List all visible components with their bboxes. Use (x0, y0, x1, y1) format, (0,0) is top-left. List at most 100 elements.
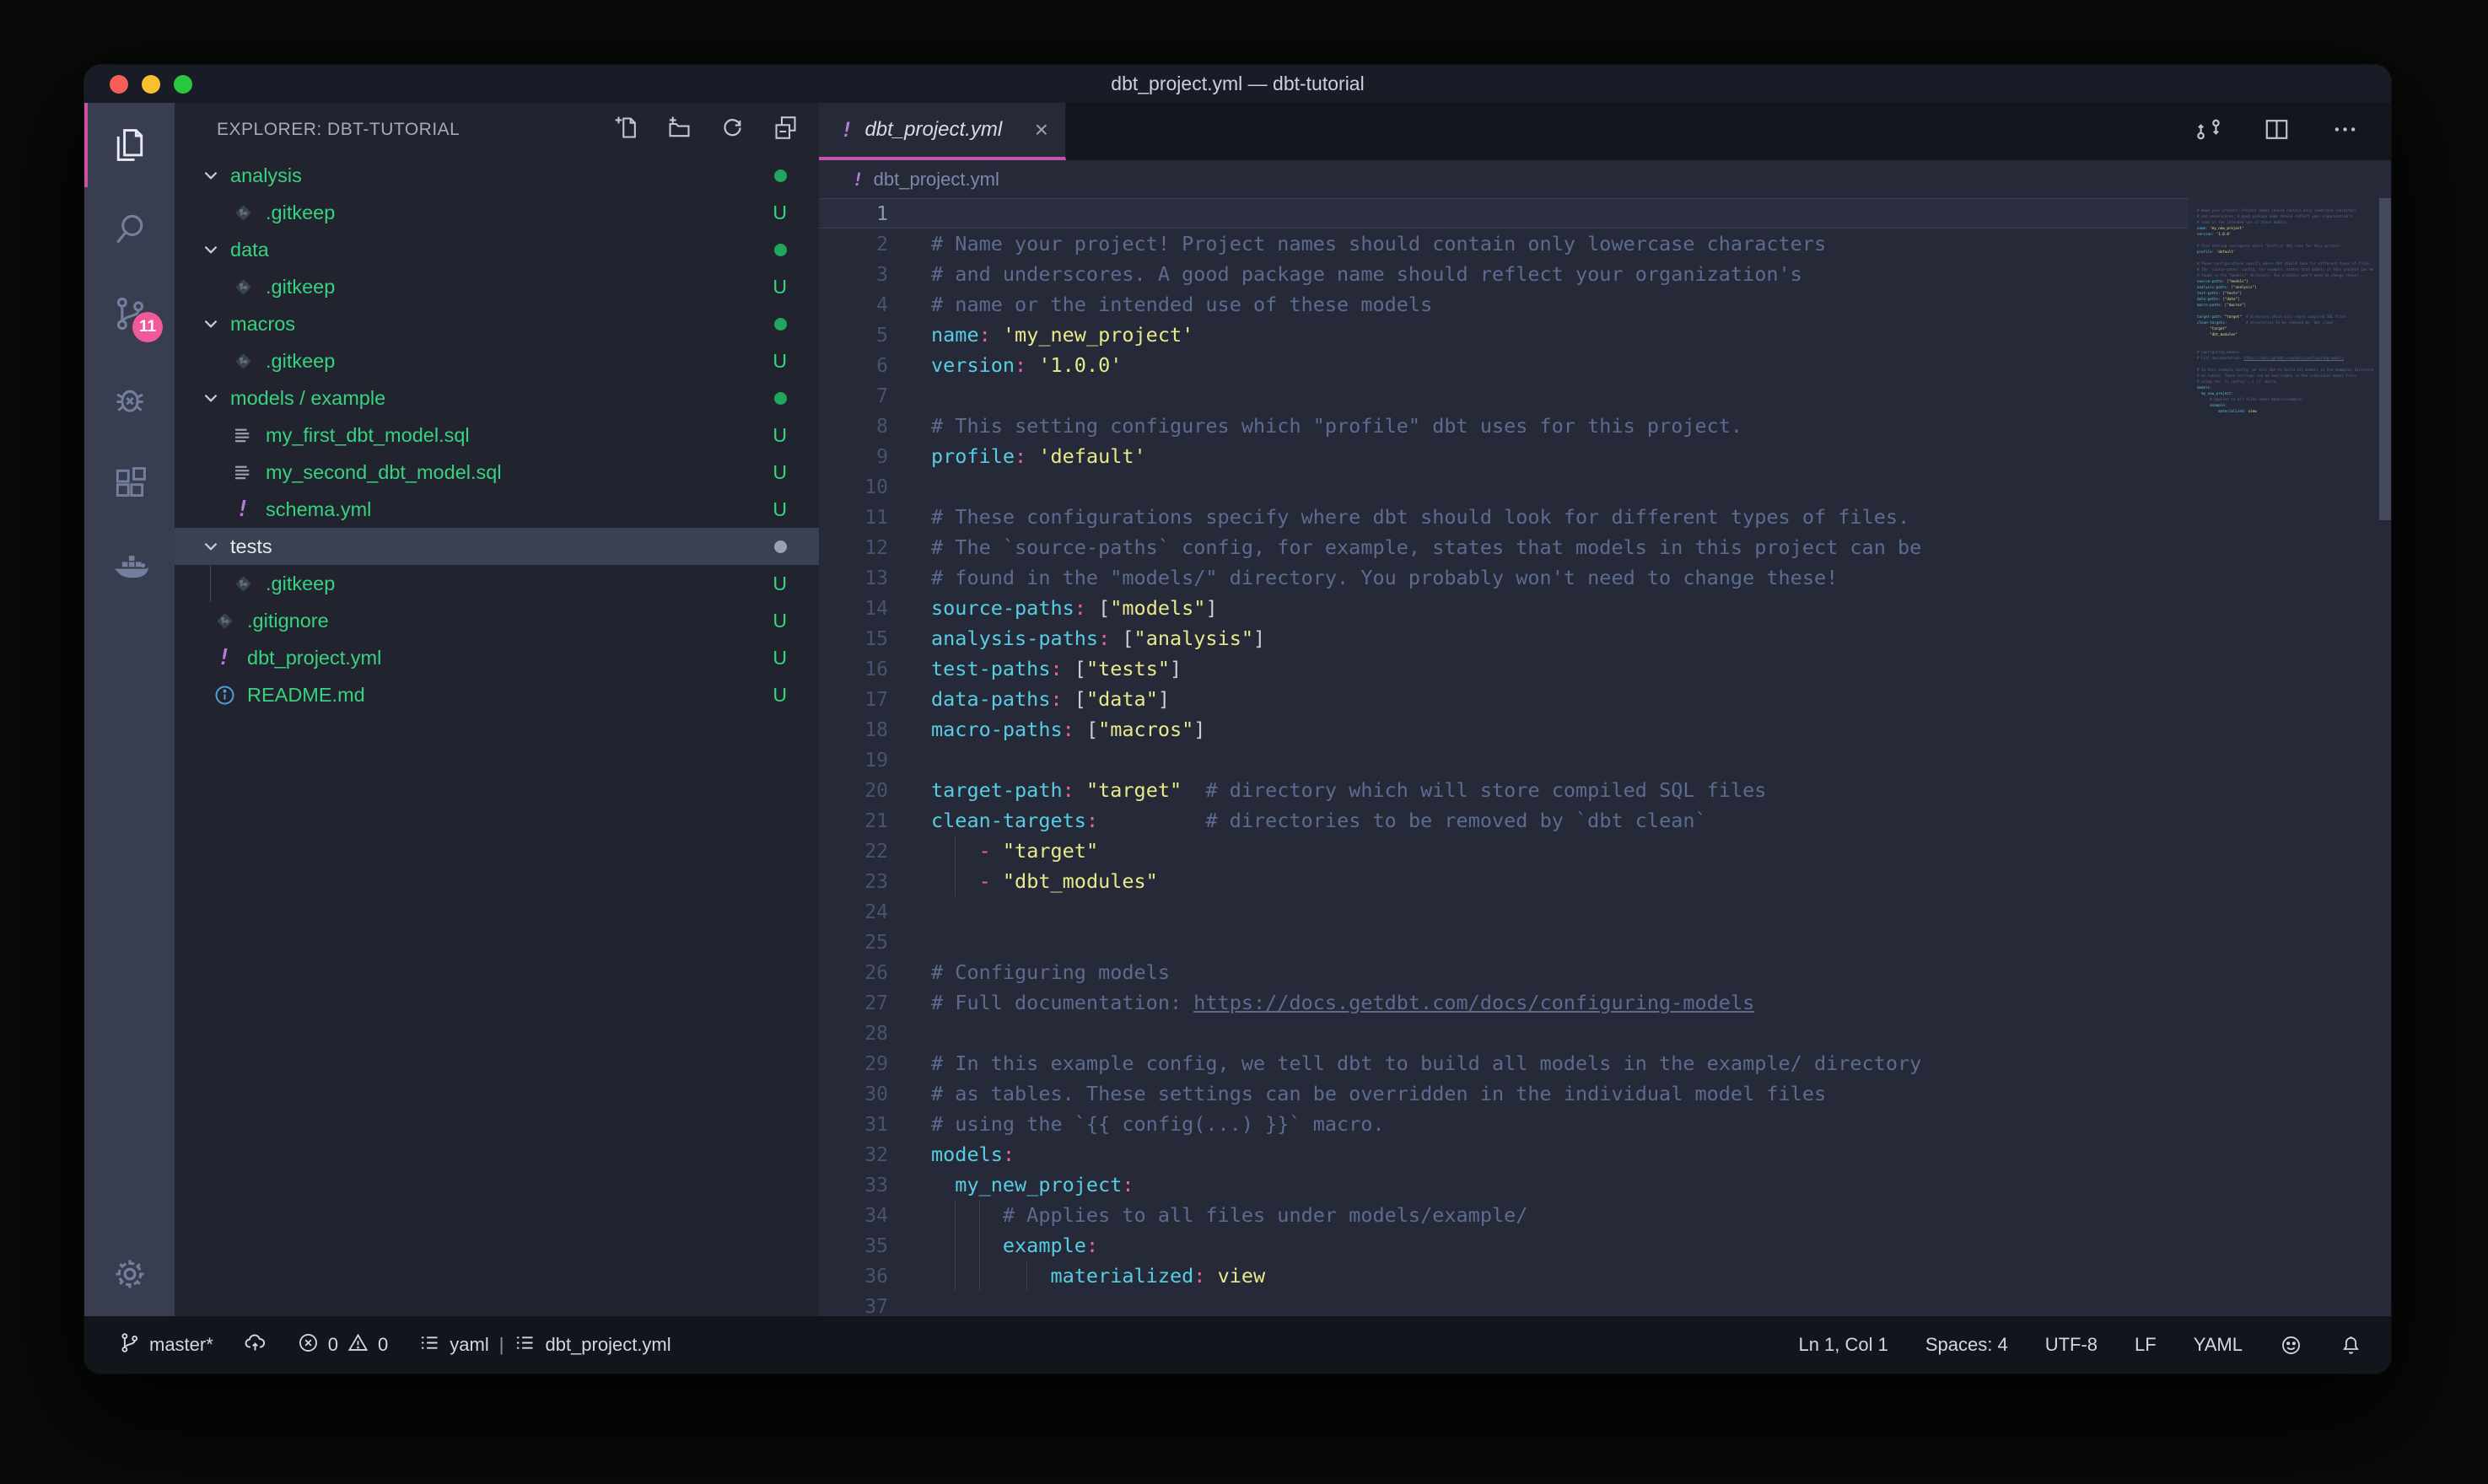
debug-icon[interactable] (84, 356, 175, 440)
code-line-19[interactable]: 19 (819, 745, 2189, 775)
code-line-33[interactable]: 33 my_new_project: (819, 1169, 2189, 1200)
code-line-18[interactable]: 18macro-paths: ["macros"] (819, 714, 2189, 745)
git-file-icon (230, 202, 256, 224)
code-line-11[interactable]: 11# These configurations specify where d… (819, 502, 2189, 532)
tree-item-label: tests (230, 535, 774, 558)
code-line-12[interactable]: 12# The `source-paths` config, for examp… (819, 532, 2189, 562)
tree-item-dbt-project-yml[interactable]: !dbt_project.ymlU (175, 639, 819, 676)
collapse-all-icon[interactable] (773, 115, 799, 145)
tree-item--gitkeep[interactable]: .gitkeepU (175, 268, 819, 305)
code-line-10[interactable]: 10 (819, 471, 2189, 502)
code-line-9[interactable]: 9profile: 'default' (819, 441, 2189, 471)
minimap[interactable]: # Name your project! Project names shoul… (2197, 202, 2376, 1316)
code-line-6[interactable]: 6version: '1.0.0' (819, 350, 2189, 380)
linter-status[interactable]: yaml | dbt_project.yml (418, 1331, 670, 1359)
minimap-line: data-paths: ["data"] (2197, 296, 2376, 302)
open-changes-icon[interactable] (2195, 116, 2222, 148)
code-line-3[interactable]: 3# and underscores. A good package name … (819, 259, 2189, 289)
yaml-warning-icon: ! (841, 118, 853, 142)
sync-changes-button[interactable] (244, 1331, 267, 1359)
tree-item--gitignore[interactable]: .gitignoreU (175, 602, 819, 639)
code-line-28[interactable]: 28 (819, 1018, 2189, 1048)
explorer-icon[interactable] (84, 103, 175, 187)
tab-dbt-project-yml[interactable]: ! dbt_project.yml × (819, 103, 1066, 160)
code-line-20[interactable]: 20target-path: "target" # directory whic… (819, 775, 2189, 805)
search-icon[interactable] (84, 187, 175, 272)
tree-item--gitkeep[interactable]: .gitkeepU (175, 194, 819, 231)
git-branch-status[interactable]: master* (118, 1331, 213, 1359)
code-line-22[interactable]: 22 - "target" (819, 836, 2189, 866)
indentation[interactable]: Spaces: 4 (1925, 1334, 2008, 1356)
tree-item--gitkeep[interactable]: .gitkeepU (175, 565, 819, 602)
git-untracked-badge: U (773, 610, 787, 632)
code-line-7[interactable]: 7 (819, 380, 2189, 411)
line-number: 35 (819, 1231, 888, 1261)
tree-item-schema-yml[interactable]: !schema.ymlU (175, 491, 819, 528)
scrollbar-thumb[interactable] (2379, 198, 2391, 520)
code-line-13[interactable]: 13# found in the "models/" directory. Yo… (819, 562, 2189, 593)
bell-icon[interactable] (2340, 1334, 2362, 1357)
line-number: 26 (819, 958, 888, 988)
git-untracked-badge: U (773, 498, 787, 521)
line-number: 21 (819, 806, 888, 836)
cursor-position[interactable]: Ln 1, Col 1 (1798, 1334, 1888, 1356)
code-line-15[interactable]: 15analysis-paths: ["analysis"] (819, 623, 2189, 653)
extensions-icon[interactable] (84, 440, 175, 524)
code-line-2[interactable]: 2# Name your project! Project names shou… (819, 229, 2189, 259)
code-line-27[interactable]: 27# Full documentation: https://docs.get… (819, 987, 2189, 1018)
tree-item--gitkeep[interactable]: .gitkeepU (175, 342, 819, 379)
feedback-smiley-icon[interactable] (2280, 1334, 2302, 1357)
line-number: 29 (819, 1049, 888, 1079)
code-line-31[interactable]: 31# using the `{{ config(...) }}` macro. (819, 1109, 2189, 1139)
list-selection-icon (418, 1331, 441, 1359)
code-line-21[interactable]: 21clean-targets: # directories to be rem… (819, 805, 2189, 836)
code-line-26[interactable]: 26# Configuring models (819, 957, 2189, 987)
code-line-35[interactable]: 35 example: (819, 1230, 2189, 1261)
code-line-24[interactable]: 24 (819, 896, 2189, 927)
tree-item-label: README.md (247, 684, 773, 707)
new-folder-icon[interactable] (666, 115, 692, 145)
code-line-17[interactable]: 17data-paths: ["data"] (819, 684, 2189, 714)
code-line-30[interactable]: 30# as tables. These settings can be ove… (819, 1078, 2189, 1109)
tree-item-tests[interactable]: tests (175, 528, 819, 565)
tree-item-data[interactable]: data (175, 231, 819, 268)
line-number: 11 (819, 503, 888, 533)
tree-item-label: .gitignore (247, 610, 773, 632)
tree-item-analysis[interactable]: analysis (175, 157, 819, 194)
code-line-32[interactable]: 32models: (819, 1139, 2189, 1169)
tree-item-my-first-dbt-model-sql[interactable]: my_first_dbt_model.sqlU (175, 417, 819, 454)
split-editor-icon[interactable] (2263, 116, 2291, 148)
tree-item-label: .gitkeep (266, 276, 773, 298)
tree-item-my-second-dbt-model-sql[interactable]: my_second_dbt_model.sqlU (175, 454, 819, 491)
code-line-16[interactable]: 16test-paths: ["tests"] (819, 653, 2189, 684)
docker-icon[interactable] (84, 524, 175, 609)
code-line-34[interactable]: 34 # Applies to all files under models/e… (819, 1200, 2189, 1230)
code-line-4[interactable]: 4# name or the intended use of these mod… (819, 289, 2189, 320)
code-editor[interactable]: 12# Name your project! Project names sho… (819, 198, 2391, 1316)
close-tab-icon[interactable]: × (1035, 118, 1048, 142)
language-mode[interactable]: YAML (2194, 1334, 2243, 1356)
code-line-14[interactable]: 14source-paths: ["models"] (819, 593, 2189, 623)
encoding[interactable]: UTF-8 (2045, 1334, 2098, 1356)
code-line-8[interactable]: 8# This setting configures which "profil… (819, 411, 2189, 441)
new-file-icon[interactable] (613, 115, 639, 145)
code-line-29[interactable]: 29# In this example config, we tell dbt … (819, 1048, 2189, 1078)
code-line-37[interactable]: 37 (819, 1291, 2189, 1316)
problems-status[interactable]: 0 0 (297, 1331, 389, 1359)
tree-item-label: models / example (230, 387, 774, 410)
code-line-1[interactable]: 1 (819, 198, 2189, 229)
code-line-36[interactable]: 36 materialized: view (819, 1261, 2189, 1291)
eol-sequence[interactable]: LF (2135, 1334, 2157, 1356)
minimap-line: # as tables. These settings can be overr… (2197, 373, 2376, 379)
tree-item-readme-md[interactable]: README.mdU (175, 676, 819, 713)
refresh-icon[interactable] (719, 115, 746, 145)
tree-item-models-example[interactable]: models / example (175, 379, 819, 417)
tree-item-macros[interactable]: macros (175, 305, 819, 342)
more-actions-icon[interactable] (2331, 116, 2359, 148)
code-line-25[interactable]: 25 (819, 927, 2189, 957)
code-line-5[interactable]: 5name: 'my_new_project' (819, 320, 2189, 350)
source-control-icon[interactable]: 11 (84, 272, 175, 356)
code-line-23[interactable]: 23 - "dbt_modules" (819, 866, 2189, 896)
breadcrumb[interactable]: ! dbt_project.yml (819, 160, 2391, 198)
settings-gear-icon[interactable] (84, 1232, 175, 1316)
